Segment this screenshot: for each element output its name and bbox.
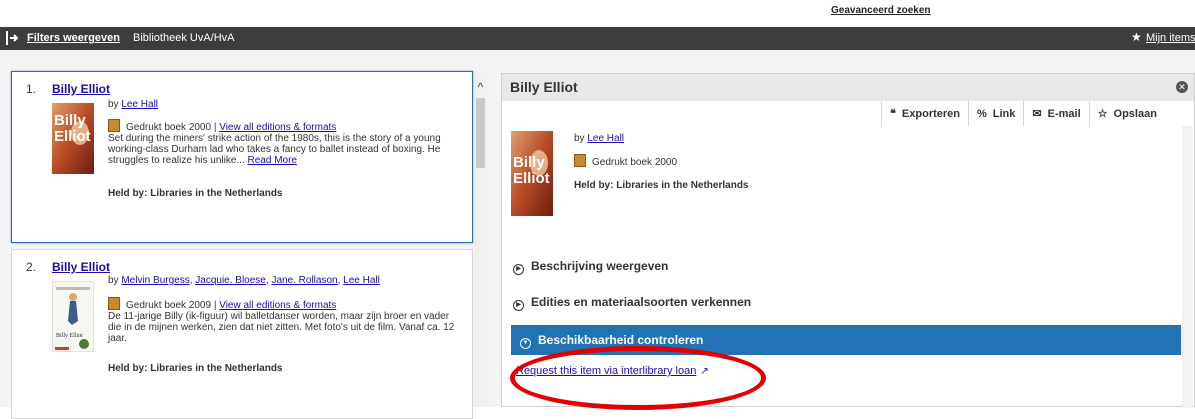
cover-title-text: Elliot — [54, 128, 91, 145]
book-icon — [108, 297, 120, 310]
advanced-search-link[interactable]: Geavanceerd zoeken — [831, 5, 931, 16]
detail-format: Gedrukt boek 2000 — [574, 154, 677, 168]
format-text: Gedrukt boek 2000 | — [126, 122, 220, 133]
highlight-ellipse — [510, 346, 766, 410]
held-by: Held by: Libraries in the Netherlands — [108, 188, 283, 199]
library-name: Bibliotheek UvA/HvA — [133, 32, 235, 44]
author-link[interactable]: Melvin Burgess — [121, 275, 189, 286]
email-button[interactable]: ✉ E-mail — [1023, 101, 1088, 126]
export-label: Exporteren — [901, 107, 960, 120]
export-button[interactable]: ❝ Exporteren — [881, 101, 968, 126]
section-editions-toggle[interactable]: ▶ Edities en materiaalsoorten verkennen — [513, 295, 751, 311]
result-card[interactable]: 2. Billy Elliot Billy Elliot by Melvin B… — [11, 249, 473, 419]
book-icon — [574, 154, 586, 167]
cover-title-text: Billy — [54, 112, 86, 129]
play-circle-icon: ▶ — [513, 264, 524, 275]
quote-icon: ❝ — [890, 108, 896, 120]
top-strip: Geavanceerd zoeken — [0, 0, 1195, 27]
book-cover-image[interactable]: Billy Elliot — [52, 103, 94, 174]
detail-toolbar: ❝ Exporteren % Link ✉ E-mail ☆ Opslaan — [881, 101, 1165, 126]
link-icon: % — [977, 107, 987, 120]
result-format: Gedrukt boek 2009 | View all editions & … — [108, 297, 336, 311]
save-button[interactable]: ☆ Opslaan — [1088, 101, 1165, 126]
availability-label: Beschikbaarheid controleren — [538, 333, 704, 347]
author-link[interactable]: Lee Hall — [121, 99, 158, 110]
result-authors: by Lee Hall — [108, 99, 158, 110]
result-title-link[interactable]: Billy Elliot — [52, 82, 110, 96]
book-cover-image[interactable]: Billy Elliot — [52, 281, 94, 352]
result-title-link[interactable]: Billy Elliot — [52, 260, 110, 274]
format-text: Gedrukt boek 2000 — [592, 157, 678, 168]
read-more-link[interactable]: Read More — [248, 155, 297, 166]
star-icon: ★ — [1131, 30, 1142, 44]
editions-link[interactable]: View all editions & formats — [219, 300, 336, 311]
filter-toggle-icon[interactable] — [5, 30, 19, 46]
author-link[interactable]: Jane. Rollason — [271, 275, 337, 286]
book-icon — [108, 119, 120, 132]
author-link[interactable]: Jacquie. Bloese — [195, 275, 266, 286]
detail-title: Billy Elliot — [510, 79, 578, 95]
by-label: by — [108, 99, 122, 110]
section-label: Edities en materiaalsoorten verkennen — [531, 295, 752, 309]
detail-scrollbar[interactable] — [1182, 126, 1193, 408]
detail-header: Billy Elliot ✕ — [502, 74, 1194, 101]
result-number: 1. — [26, 82, 37, 96]
result-description: Set during the miners' strike action of … — [108, 133, 458, 166]
chevron-down-circle-icon: ▼ — [520, 338, 531, 349]
result-description: De 11-jarige Billy (ik-figuur) wil balle… — [108, 311, 455, 344]
author-link[interactable]: Lee Hall — [587, 133, 624, 144]
link-label: Link — [992, 107, 1016, 120]
cover-title-text: Elliot — [513, 170, 550, 187]
result-number: 2. — [26, 260, 37, 274]
cover-title-text: Billy Elliot — [56, 333, 83, 339]
detail-book-cover: Billy Elliot — [511, 131, 553, 216]
filters-toggle-button[interactable]: Filters weergeven — [27, 32, 120, 44]
my-items-link[interactable]: Mijn items — [1146, 32, 1195, 44]
save-label: Opslaan — [1113, 107, 1157, 120]
result-format: Gedrukt boek 2000 | View all editions & … — [108, 119, 336, 133]
results-scrollbar-thumb[interactable] — [476, 98, 485, 168]
held-by: Held by: Libraries in the Netherlands — [108, 363, 283, 374]
result-authors: by Melvin Burgess, Jacquie. Bloese, Jane… — [108, 275, 380, 286]
email-icon: ✉ — [1032, 108, 1042, 120]
format-text: Gedrukt boek 2009 | — [126, 300, 220, 311]
close-icon[interactable]: ✕ — [1176, 81, 1188, 93]
editions-link[interactable]: View all editions & formats — [219, 122, 336, 133]
detail-authors: by Lee Hall — [574, 133, 624, 144]
by-label: by — [108, 275, 122, 286]
author-link[interactable]: Lee Hall — [343, 275, 380, 286]
held-by: Held by: Libraries in the Netherlands — [574, 180, 749, 191]
section-description-toggle[interactable]: ▶ Beschrijving weergeven — [513, 259, 668, 275]
by-label: by — [574, 133, 588, 144]
star-icon: ☆ — [1097, 108, 1108, 120]
email-label: E-mail — [1047, 107, 1081, 120]
result-card[interactable]: 1. Billy Elliot Billy Elliot by Lee Hall… — [11, 71, 473, 243]
section-label: Beschrijving weergeven — [531, 259, 669, 273]
cover-title-text: Billy — [513, 154, 545, 171]
play-circle-icon: ▶ — [513, 300, 524, 311]
top-toolbar: Filters weergeven Bibliotheek UvA/HvA ★ … — [0, 27, 1195, 50]
chevron-up-icon[interactable]: ^ — [474, 80, 487, 94]
link-button[interactable]: % Link — [968, 101, 1023, 126]
